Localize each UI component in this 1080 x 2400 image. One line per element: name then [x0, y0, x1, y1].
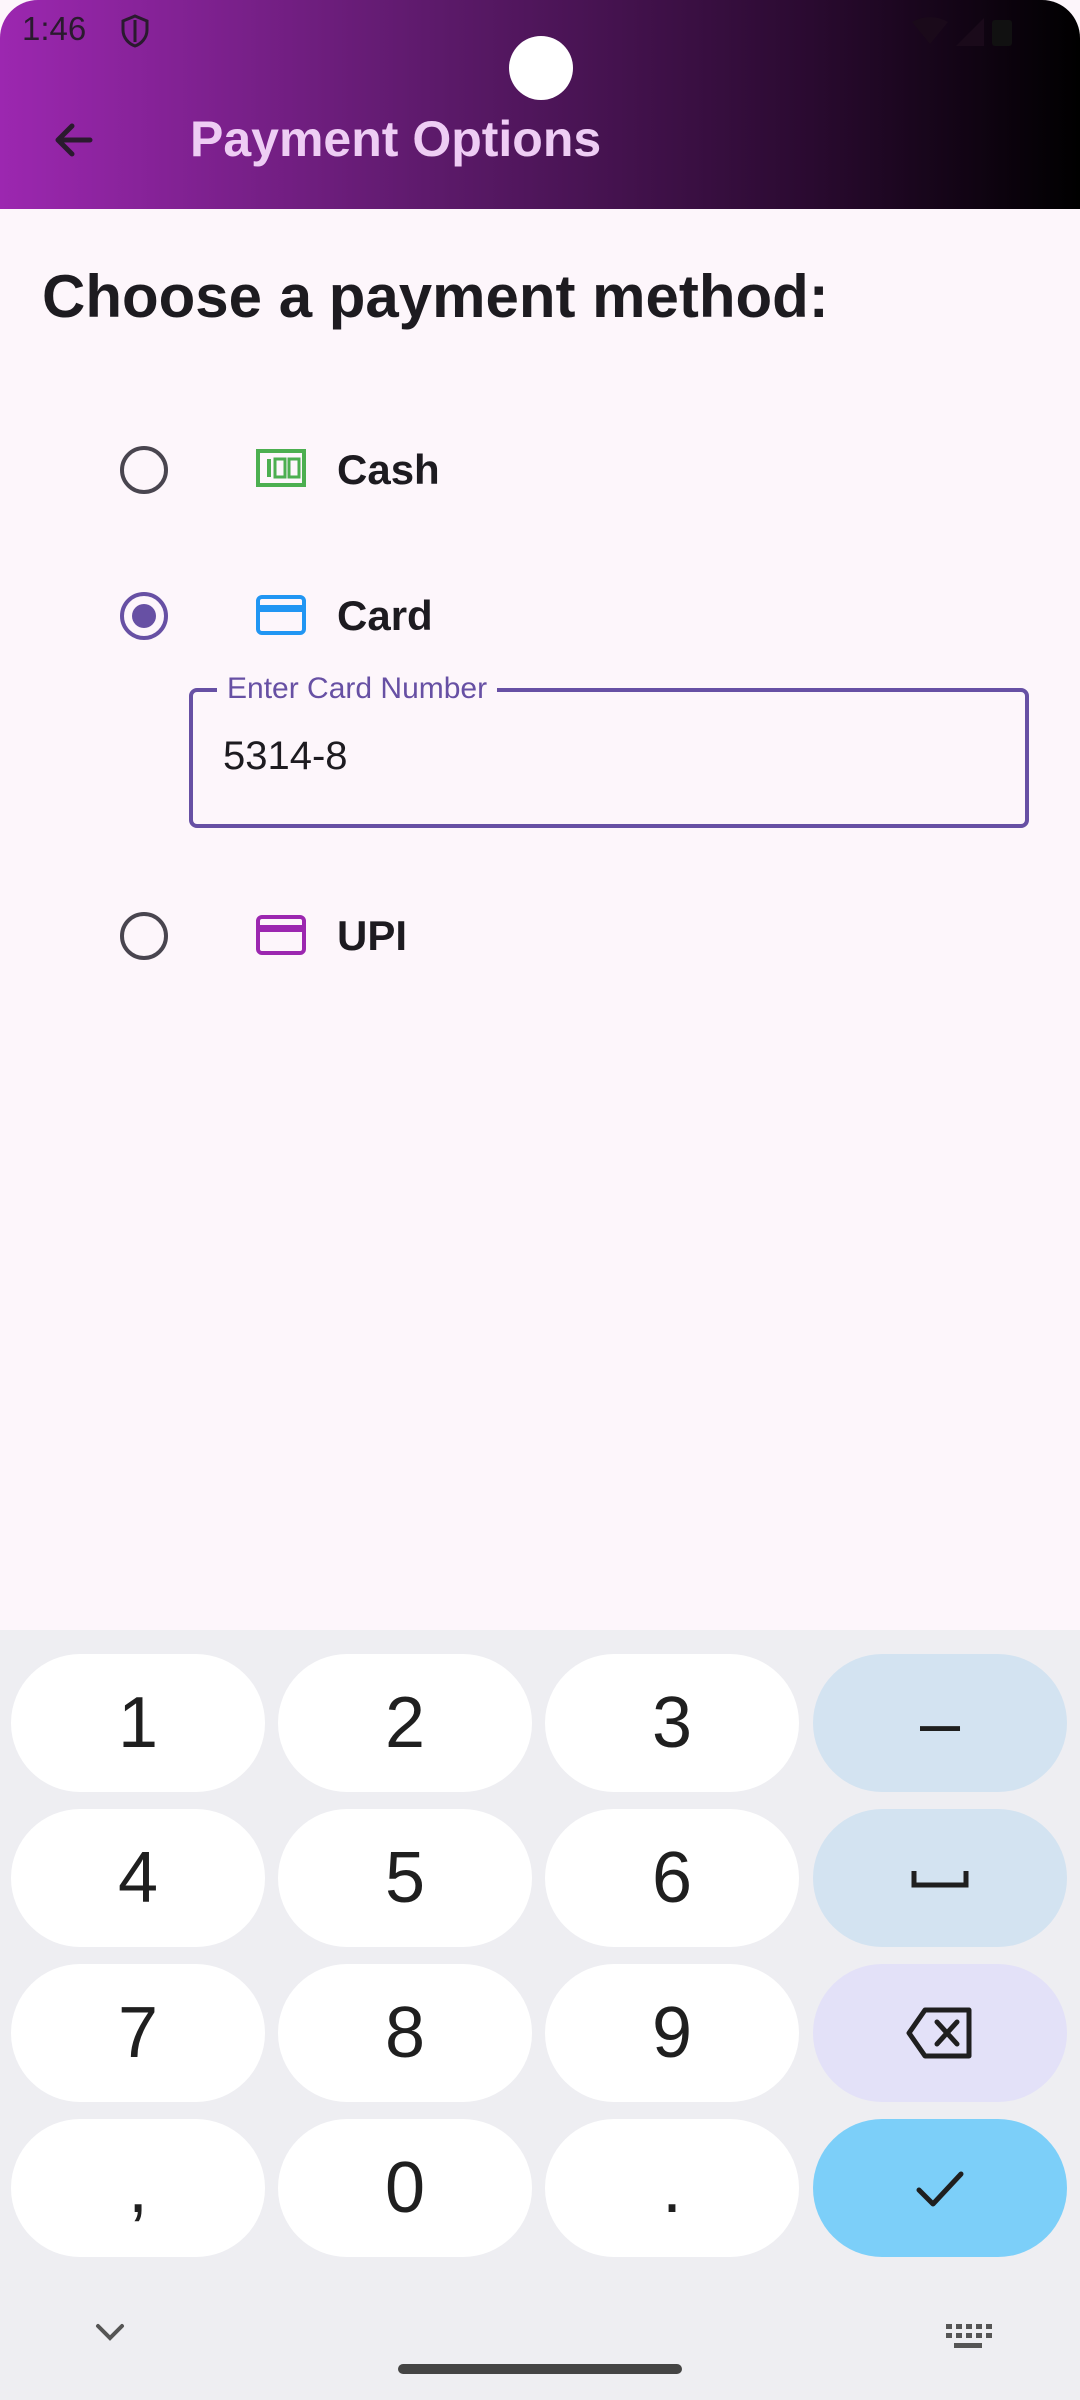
- key-space[interactable]: [813, 1809, 1067, 1947]
- keyboard-icon: [946, 2324, 992, 2348]
- keyboard-switch-button[interactable]: [944, 2322, 992, 2357]
- key-dash[interactable]: –: [813, 1654, 1067, 1792]
- shield-icon: [120, 14, 150, 53]
- key-3[interactable]: 3: [545, 1654, 799, 1792]
- section-heading: Choose a payment method:: [42, 263, 829, 330]
- key-4[interactable]: 4: [11, 1809, 265, 1947]
- card-number-label: Enter Card Number: [217, 672, 498, 706]
- app-bar: 1:46 Payment Options: [0, 0, 1080, 209]
- page-title: Payment Options: [190, 111, 602, 167]
- key-6[interactable]: 6: [545, 1809, 799, 1947]
- option-label-upi: UPI: [337, 912, 408, 959]
- key-0[interactable]: 0: [278, 2119, 532, 2257]
- key-5[interactable]: 5: [278, 1809, 532, 1947]
- signal-icon: [910, 16, 1020, 55]
- upi-card-icon: [255, 914, 307, 961]
- space-icon: [911, 1871, 969, 1888]
- key-period[interactable]: .: [545, 2119, 799, 2257]
- card-number-field[interactable]: Enter Card Number 5314-8: [189, 672, 1029, 828]
- credit-card-icon: [255, 594, 307, 641]
- radio-card[interactable]: [120, 592, 168, 640]
- key-backspace[interactable]: [813, 1964, 1067, 2102]
- key-8[interactable]: 8: [278, 1964, 532, 2102]
- key-done[interactable]: [813, 2119, 1067, 2257]
- key-comma[interactable]: ,: [11, 2119, 265, 2257]
- chevron-down-icon: [96, 2324, 124, 2341]
- key-1[interactable]: 1: [11, 1654, 265, 1792]
- arrow-back-icon: [55, 123, 93, 157]
- card-number-value[interactable]: 5314-8: [223, 734, 348, 779]
- radio-upi[interactable]: [120, 912, 168, 960]
- payment-option-card[interactable]: Card: [120, 574, 1020, 654]
- key-2[interactable]: 2: [278, 1654, 532, 1792]
- option-label-cash: Cash: [337, 446, 440, 493]
- back-button[interactable]: [40, 106, 108, 174]
- status-time: 1:46: [22, 10, 87, 47]
- camera-cutout: [509, 36, 573, 100]
- key-9[interactable]: 9: [545, 1964, 799, 2102]
- check-icon: [916, 2171, 964, 2207]
- cash-icon: [255, 448, 307, 493]
- option-label-card: Card: [337, 592, 433, 639]
- radio-cash[interactable]: [120, 446, 168, 494]
- payment-option-upi[interactable]: UPI: [120, 894, 1020, 974]
- backspace-icon: [906, 2007, 972, 2059]
- collapse-keyboard-button[interactable]: [92, 2320, 128, 2349]
- home-indicator[interactable]: [398, 2364, 682, 2374]
- key-7[interactable]: 7: [11, 1964, 265, 2102]
- payment-option-cash[interactable]: Cash: [120, 428, 1020, 508]
